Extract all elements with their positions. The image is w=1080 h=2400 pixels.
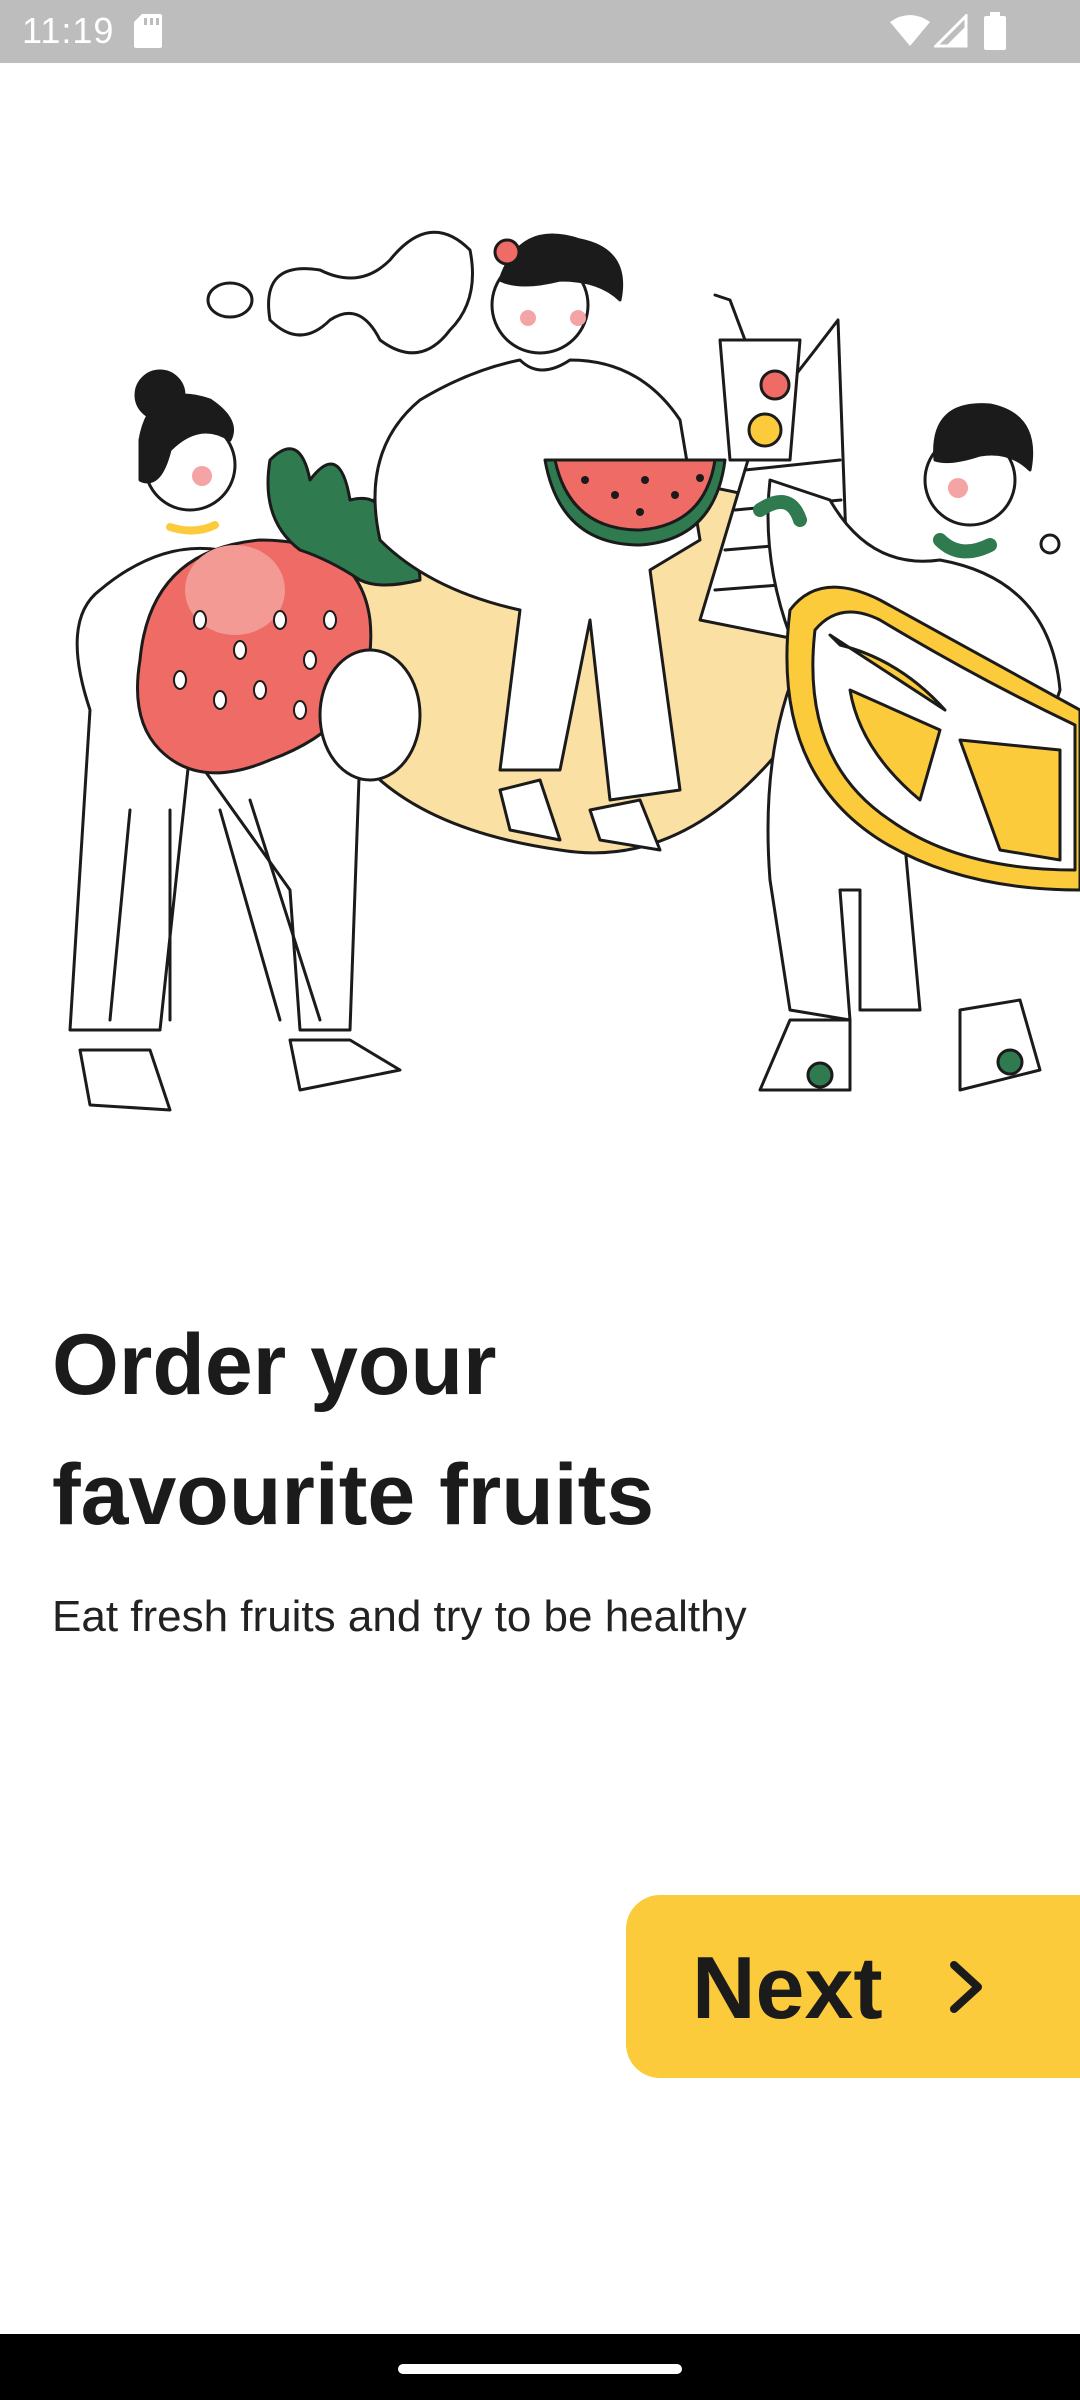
status-bar: 11:19: [0, 0, 1080, 63]
subtitle: Eat fresh fruits and try to be healthy: [52, 1592, 747, 1641]
title-line-1: Order your: [52, 1317, 497, 1413]
wifi-icon: [890, 15, 930, 46]
status-time: 11:19: [22, 10, 115, 51]
title-line-2: favourite fruits: [52, 1447, 655, 1543]
page-title: Order your favourite fruits: [52, 1300, 1032, 1560]
next-button[interactable]: Next: [626, 1895, 1080, 2078]
chevron-right-icon: [950, 1961, 982, 2013]
sd-card-icon: [134, 14, 162, 48]
home-handle[interactable]: [398, 2364, 682, 2374]
battery-icon: [984, 12, 1006, 50]
navigation-bar: [0, 2334, 1080, 2400]
next-button-label: Next: [692, 1938, 883, 2037]
fruit-people-illustration: [68, 230, 1080, 1112]
signal-icon: [934, 14, 968, 48]
